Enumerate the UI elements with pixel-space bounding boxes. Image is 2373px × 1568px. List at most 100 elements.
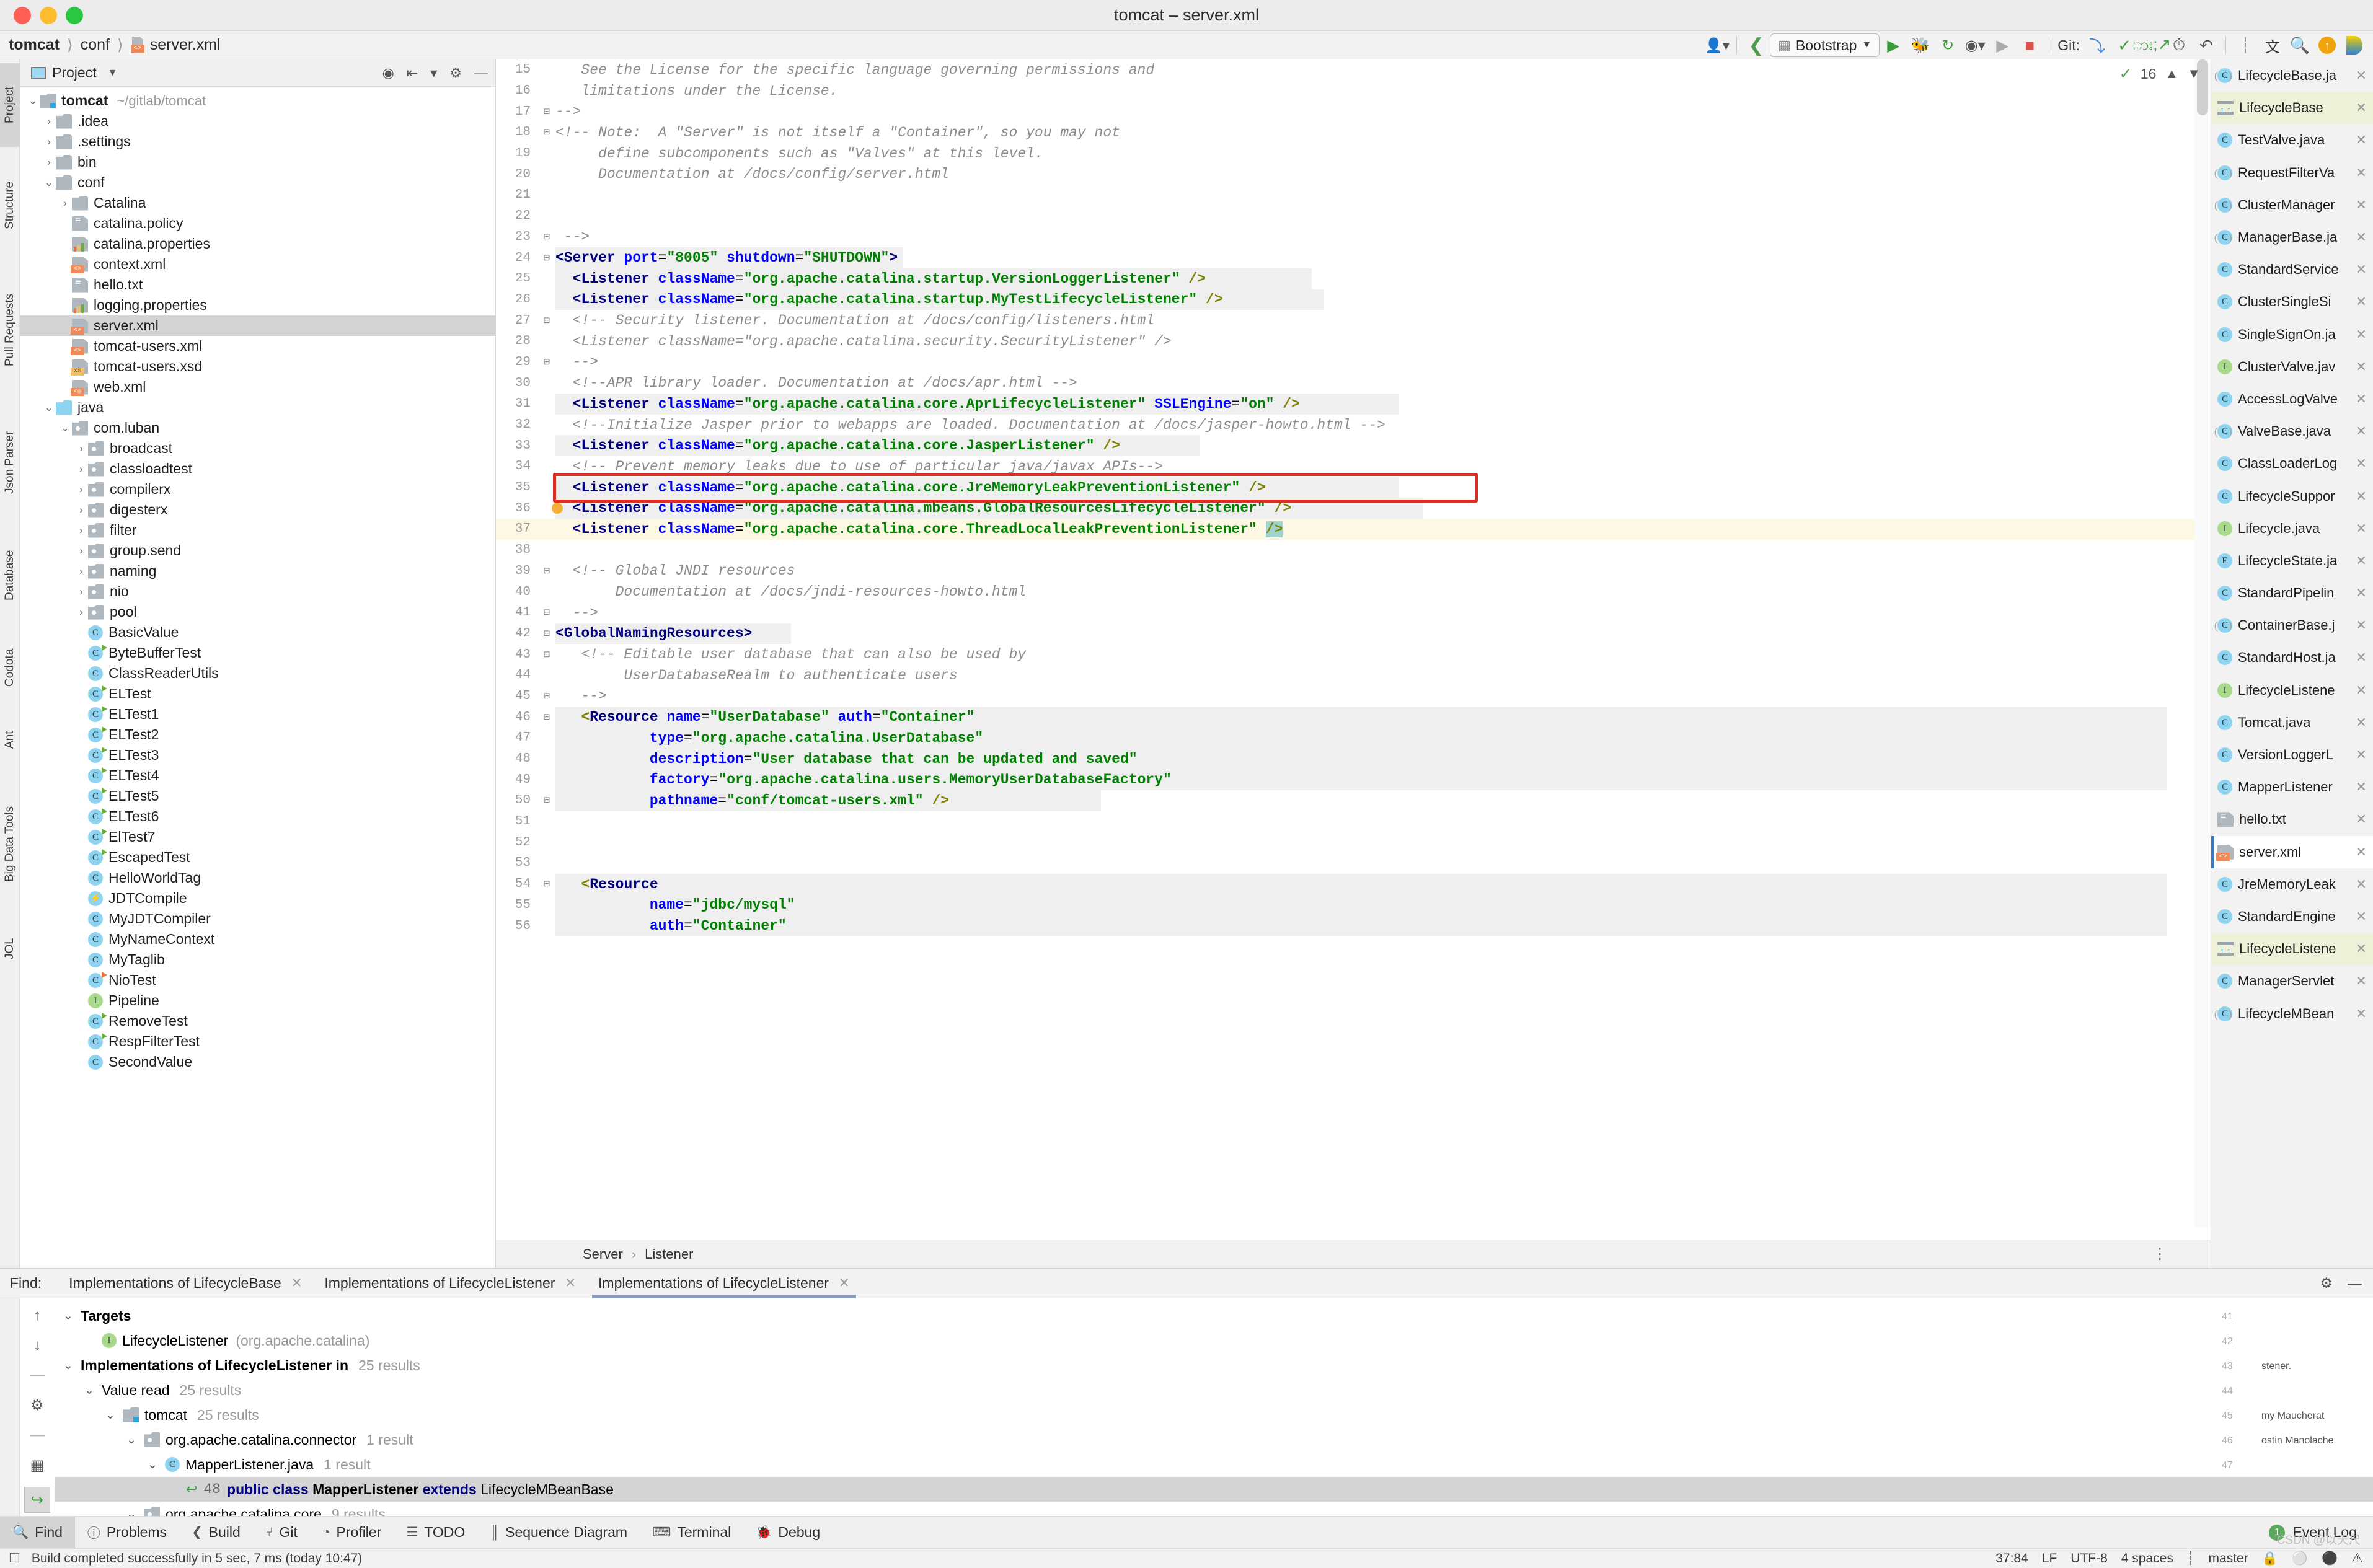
project-tree-item-helloworldtag[interactable]: C HelloWorldTag (20, 868, 495, 888)
recent-file-row[interactable]: CLifecycleMBean ✕ (2211, 997, 2373, 1029)
close-icon[interactable]: ✕ (2356, 747, 2367, 763)
project-tree-item-classloadtest[interactable]: › classloadtest (20, 459, 495, 479)
close-icon[interactable]: ✕ (2356, 327, 2367, 343)
editor-breadcrumb-item[interactable]: Server (583, 1246, 623, 1262)
bottom-tab-build[interactable]: ❮ Build (179, 1517, 253, 1549)
code-line[interactable]: 35 <Listener className="org.apache.catal… (496, 477, 2211, 498)
file-encoding[interactable]: UTF-8 (2070, 1551, 2108, 1566)
code-line[interactable]: 41 ⊟ --> (496, 602, 2211, 623)
close-icon[interactable]: ✕ (2356, 1006, 2367, 1022)
chevron-right-icon[interactable]: › (74, 565, 88, 578)
left-strip-tab-ant[interactable]: Ant (0, 714, 20, 765)
close-icon[interactable]: ✕ (2356, 391, 2367, 407)
project-tree-item-server-xml[interactable]: <> server.xml (20, 315, 495, 336)
chevron-down-icon[interactable]: ▼ (108, 68, 118, 79)
prev-highlight-icon[interactable]: ▲ (2165, 66, 2178, 82)
code-line[interactable]: 16 limitations under the License. (496, 81, 2211, 102)
jump-to-source-icon[interactable]: ↩ (186, 1481, 197, 1497)
code-line[interactable]: 15 See the License for the specific lang… (496, 59, 2211, 81)
code-line[interactable]: 27 ⊟ <!-- Security listener. Documentatio… (496, 310, 2211, 331)
close-icon[interactable]: ✕ (565, 1275, 576, 1291)
close-icon[interactable]: ✕ (2356, 294, 2367, 310)
back-icon[interactable]: ❮ (1743, 33, 1770, 58)
find-settings-icon[interactable]: ⚙ (2320, 1275, 2333, 1292)
chevron-right-icon[interactable]: › (74, 606, 88, 619)
find-tab[interactable]: Implementations of LifecycleListener ✕ (587, 1269, 861, 1298)
close-icon[interactable]: ✕ (2356, 229, 2367, 245)
recent-file-row[interactable]: I Lifecycle.java ✕ (2211, 513, 2373, 545)
hide-icon[interactable]: — (2348, 1275, 2362, 1292)
editor-scrollbar[interactable] (2194, 59, 2211, 1227)
code-line[interactable]: 32 <!--Initialize Jasper prior to webapp… (496, 415, 2211, 436)
recent-file-row[interactable]: C ClusterSingleSi ✕ (2211, 286, 2373, 318)
memory-icon[interactable]: ⚫ (2322, 1551, 2338, 1566)
chevron-right-icon[interactable]: › (74, 545, 88, 557)
close-icon[interactable]: ✕ (2356, 715, 2367, 731)
left-strip-tab-pull-requests[interactable]: Pull Requests (0, 264, 20, 396)
close-icon[interactable]: ✕ (2356, 844, 2367, 860)
code-line[interactable]: 55 name="jdbc/mysql" (496, 894, 2211, 916)
run-configuration-selector[interactable]: ▦ Bootstrap ▼ (1770, 33, 1880, 57)
lock-icon[interactable]: 🔒 (2262, 1551, 2278, 1566)
close-icon[interactable]: ✕ (2356, 100, 2367, 116)
chevron-down-icon[interactable]: ⌄ (58, 422, 72, 434)
chevron-right-icon[interactable]: › (74, 586, 88, 598)
chevron-down-icon[interactable]: ⌄ (42, 402, 56, 414)
chevron-down-icon[interactable]: ⌄ (63, 1309, 81, 1323)
project-tree-item-catalina-policy[interactable]: catalina.policy (20, 213, 495, 234)
code-line[interactable]: 28 <Listener className="org.apache.catal… (496, 331, 2211, 352)
code-line[interactable]: 36 <Listener className="org.apache.catal… (496, 498, 2211, 519)
close-icon[interactable]: ✕ (2356, 197, 2367, 213)
recent-file-row[interactable]: C TestValve.java ✕ (2211, 124, 2373, 156)
left-strip-tab-structure[interactable]: Structure (0, 156, 20, 255)
recent-file-row[interactable]: C AccessLogValve ✕ (2211, 383, 2373, 415)
recent-file-row[interactable]: C StandardHost.ja ✕ (2211, 641, 2373, 674)
bottom-tab-problems[interactable]: ⓘ Problems (75, 1517, 179, 1549)
code-line[interactable]: 56 auth="Container" (496, 915, 2211, 936)
code-line[interactable]: 47 type="org.apache.catalina.UserDatabas… (496, 728, 2211, 749)
find-tab[interactable]: Implementations of LifecycleBase ✕ (58, 1269, 313, 1298)
fold-marker-icon[interactable]: ⊟ (538, 126, 555, 139)
recent-file-row[interactable]: C SingleSignOn.ja ✕ (2211, 319, 2373, 351)
recent-file-row[interactable]: CLifecycleBase.ja ✕ (2211, 59, 2373, 92)
code-line[interactable]: 52 (496, 832, 2211, 853)
close-icon[interactable]: ✕ (2356, 165, 2367, 181)
code-line[interactable]: 40 Documentation at /docs/jndi-resources… (496, 581, 2211, 602)
close-icon[interactable]: ✕ (2356, 941, 2367, 957)
recent-file-row[interactable]: CClusterManager ✕ (2211, 189, 2373, 221)
project-tree-item-removetest[interactable]: C RemoveTest (20, 1011, 495, 1031)
bottom-tab-git[interactable]: ⑂ Git (253, 1517, 310, 1549)
code-line[interactable]: 31 <Listener className="org.apache.catal… (496, 394, 2211, 415)
recent-file-row[interactable]: C LifecycleSuppor ✕ (2211, 480, 2373, 512)
close-icon[interactable]: ✕ (2356, 909, 2367, 925)
find-result-row[interactable]: ⌄ Implementations of LifecycleListener in… (55, 1353, 2373, 1378)
breadcrumb-file[interactable]: server.xml (150, 36, 221, 54)
code-line[interactable]: 18 ⊟ <!-- Note: A "Server" is not itself a… (496, 122, 2211, 143)
project-tree-item-basicvalue[interactable]: C BasicValue (20, 622, 495, 643)
bottom-tool-strip[interactable]: 🔍 Find ⓘ Problems ❮ Build ⑂ Git ◔ Profiler ☰ TODO ║ S… (0, 1516, 2373, 1549)
editor-inspection-widget[interactable]: ✓ 16 ▲ ▼ (2119, 59, 2211, 88)
chevron-down-icon[interactable]: ⌄ (105, 1408, 123, 1422)
branches-icon[interactable]: ┆ (2232, 33, 2259, 58)
update-project-icon[interactable]: ⤵ (2084, 33, 2111, 58)
chevron-right-icon[interactable]: › (74, 463, 88, 475)
fold-marker-icon[interactable]: ⊟ (538, 105, 555, 118)
ide-profile-icon[interactable]: 👤▾ (1704, 33, 1731, 58)
code-line[interactable]: 33 <Listener className="org.apache.catal… (496, 435, 2211, 457)
recent-file-row[interactable]: C Tomcat.java ✕ (2211, 707, 2373, 739)
code-line[interactable]: 26 <Listener className="org.apache.catal… (496, 289, 2211, 311)
find-result-row[interactable]: ⌄ org.apache.catalina.connector 1 result (55, 1427, 2373, 1452)
close-icon[interactable]: ✕ (2356, 521, 2367, 537)
chevron-right-icon[interactable]: › (74, 524, 88, 537)
project-tree-item-tomcat-users-xml[interactable]: <> tomcat-users.xml (20, 336, 495, 356)
code-line[interactable]: 19 define subcomponents such as "Valves"… (496, 143, 2211, 164)
project-tree-item-eltest1[interactable]: C ELTest1 (20, 704, 495, 725)
project-tree-item-digesterx[interactable]: › digesterx (20, 500, 495, 520)
inspections-icon[interactable]: ⚪ (2292, 1551, 2308, 1566)
breadcrumb-folder[interactable]: conf (81, 36, 110, 54)
project-tree-item--idea[interactable]: › .idea (20, 111, 495, 131)
project-tree-item-myjdtcompiler[interactable]: C MyJDTCompiler (20, 909, 495, 929)
fold-marker-icon[interactable]: ⊟ (538, 794, 555, 807)
code-line[interactable]: 20 Documentation at /docs/config/server.… (496, 164, 2211, 185)
left-strip-tab-big-data-tools[interactable]: Big Data Tools (0, 774, 20, 914)
